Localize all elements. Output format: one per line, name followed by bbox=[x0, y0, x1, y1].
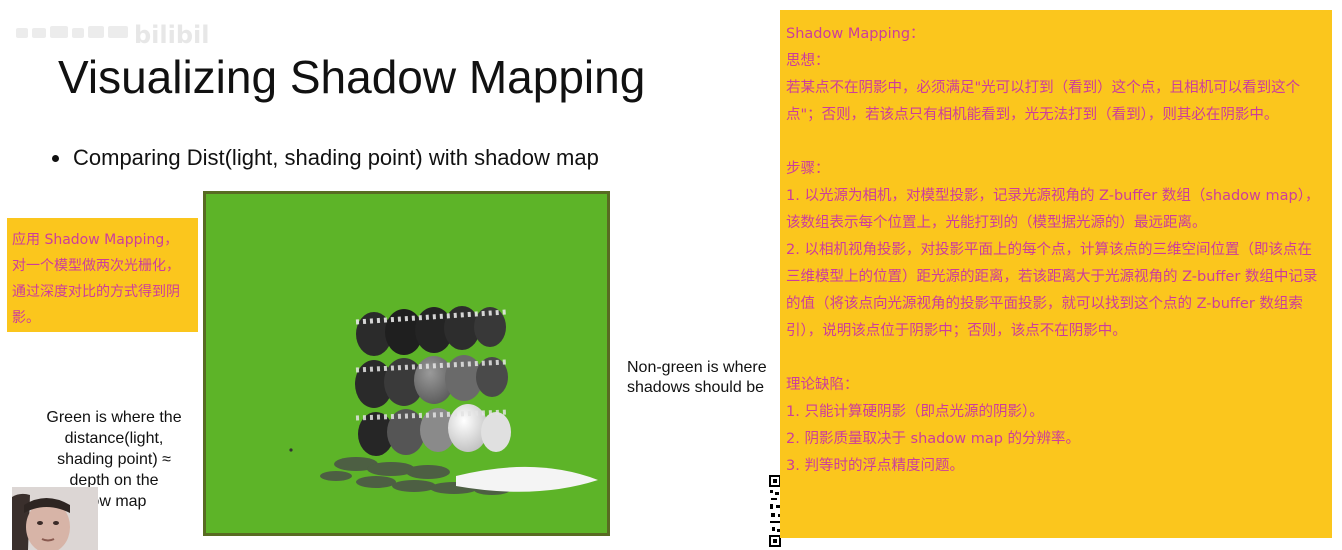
note-left: 应用 Shadow Mapping，对一个模型做两次光栅化，通过深度对比的方式得… bbox=[7, 218, 198, 332]
slide-title: Visualizing Shadow Mapping bbox=[58, 51, 646, 103]
note-steps-label: 步骤： bbox=[786, 161, 830, 177]
note-spacer bbox=[786, 345, 1324, 372]
note-heading: Shadow Mapping： bbox=[786, 26, 925, 42]
note-step-1: 1. 以光源为相机，对模型投影，记录光源视角的 Z-buffer 数组（shad… bbox=[786, 188, 1320, 231]
note-right: Shadow Mapping： 思想： 若某点不在阴影中，必须满足"光可以打到（… bbox=[780, 10, 1332, 538]
note-left-text: 应用 Shadow Mapping，对一个模型做两次光栅化，通过深度对比的方式得… bbox=[12, 232, 180, 326]
render-illustration bbox=[289, 306, 598, 495]
webcam-overlay bbox=[12, 487, 98, 550]
svg-text:bilibili: bilibili bbox=[134, 21, 209, 49]
shadow-map-render bbox=[203, 191, 610, 536]
note-idea-label: 思想： bbox=[786, 53, 830, 69]
bullet-item: Comparing Dist(light, shading point) wit… bbox=[52, 145, 599, 171]
note-defect-1: 1. 只能计算硬阴影（即点光源的阴影）。 bbox=[786, 404, 1044, 420]
bullet-dot-icon bbox=[52, 154, 59, 162]
note-spacer bbox=[786, 129, 1324, 156]
note-defect-2: 2. 阴影质量取决于 shadow map 的分辨率。 bbox=[786, 431, 1081, 447]
caption-non-green: Non-green is where shadows should be bbox=[627, 359, 767, 396]
bilibili-logo-icon: bilibili bbox=[16, 21, 209, 49]
note-step-2: 2. 以相机视角投影，对投影平面上的每个点，计算该点的三维空间位置（即该点在三维… bbox=[786, 242, 1318, 339]
note-defects-label: 理论缺陷： bbox=[786, 377, 859, 393]
note-defect-3: 3. 判等时的浮点精度问题。 bbox=[786, 458, 964, 474]
bullet-text: Comparing Dist(light, shading point) wit… bbox=[73, 145, 599, 170]
note-idea-text: 若某点不在阴影中，必须满足"光可以打到（看到）这个点，且相机可以看到这个点"；否… bbox=[786, 80, 1301, 123]
presenter-face-icon bbox=[12, 487, 98, 550]
